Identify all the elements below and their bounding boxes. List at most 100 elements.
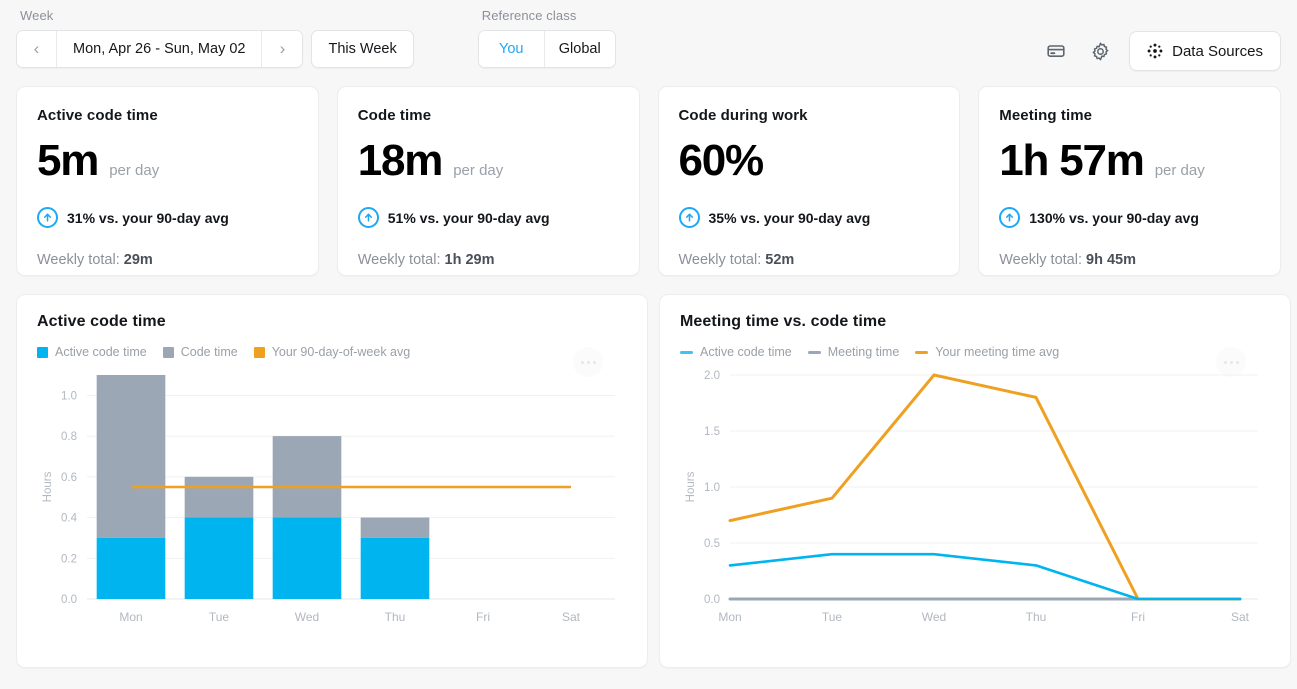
stat-total-value: 29m [124, 252, 153, 268]
next-week-button[interactable]: › [262, 31, 302, 67]
legend-label: Active code time [700, 345, 792, 359]
dot-icon [593, 361, 596, 364]
hub-icon [1147, 43, 1163, 59]
stat-title: Code time [358, 107, 619, 124]
legend-item[interactable]: Your meeting time avg [915, 345, 1059, 359]
this-week-button[interactable]: This Week [311, 30, 413, 68]
stat-total-label: Weekly total: [37, 252, 120, 268]
svg-text:Tue: Tue [209, 610, 230, 624]
legend-label: Code time [181, 345, 238, 359]
svg-text:0.8: 0.8 [61, 431, 77, 443]
svg-text:0.4: 0.4 [61, 513, 78, 525]
stat-total-value: 9h 45m [1086, 252, 1136, 268]
chart-legend: Active code time Code time Your 90-day-o… [37, 345, 627, 359]
week-control-group: Week ‹ Mon, Apr 26 - Sun, May 02 › This … [16, 8, 414, 68]
stat-value: 18m [358, 139, 442, 183]
bar-chart-svg: 0.0 0.2 0.4 0.6 0.8 1.0 Mon Tue Wed Thu Fri Sat Hour… [37, 367, 627, 635]
svg-text:Sat: Sat [562, 610, 581, 624]
stat-unit: per day [1155, 162, 1205, 179]
stat-total-label: Weekly total: [358, 252, 441, 268]
chart-title: Meeting time vs. code time [680, 313, 1270, 331]
data-sources-label: Data Sources [1172, 43, 1263, 60]
stat-value: 5m [37, 139, 98, 183]
stat-card-code-time: Code time 18m per day 51% vs. your 90-da… [337, 86, 640, 276]
line-chart-plot: 0.00.51.01.52.0MonTueWedThuFriSatHours [680, 367, 1270, 635]
bar-chart-plot: 0.0 0.2 0.4 0.6 0.8 1.0 Mon Tue Wed Thu Fri Sat Hour… [37, 367, 627, 635]
arrow-up-icon [37, 207, 58, 228]
week-navigator: ‹ Mon, Apr 26 - Sun, May 02 › [16, 30, 303, 68]
prev-week-button[interactable]: ‹ [17, 31, 57, 67]
svg-text:1.0: 1.0 [61, 390, 77, 402]
stat-title: Code during work [679, 107, 940, 124]
legend-item[interactable]: Active code time [680, 345, 792, 359]
svg-text:Fri: Fri [1131, 610, 1145, 624]
toolbar-actions: Data Sources [1041, 8, 1281, 71]
stat-delta-text: 31% vs. your 90-day avg [67, 210, 229, 226]
chart-cards-row: Active code time Active code time Code t… [0, 276, 1297, 668]
stat-value: 1h 57m [999, 139, 1143, 183]
svg-text:Hours: Hours [685, 471, 697, 502]
legend-item[interactable]: Code time [163, 345, 238, 359]
chart-title: Active code time [37, 313, 627, 331]
stat-card-meeting-time: Meeting time 1h 57m per day 130% vs. you… [978, 86, 1281, 276]
stat-total-value: 1h 29m [445, 252, 495, 268]
dot-icon [1230, 361, 1233, 364]
arrow-up-icon [679, 207, 700, 228]
legend-label: Your meeting time avg [935, 345, 1059, 359]
svg-text:Thu: Thu [385, 610, 406, 624]
legend-line-active-code-time [680, 351, 693, 354]
stat-total-label: Weekly total: [679, 252, 762, 268]
dot-icon [1236, 361, 1239, 364]
svg-text:Hours: Hours [42, 471, 54, 502]
chart-legend: Active code time Meeting time Your meeti… [680, 345, 1270, 359]
svg-text:Fri: Fri [476, 610, 490, 624]
credit-card-button[interactable] [1041, 36, 1071, 66]
svg-text:0.2: 0.2 [61, 553, 77, 565]
svg-text:2.0: 2.0 [704, 370, 720, 382]
legend-line-meeting-time [808, 351, 821, 354]
arrow-up-icon [999, 207, 1020, 228]
chart-card-active-code-time: Active code time Active code time Code t… [16, 294, 648, 668]
stat-value: 60% [679, 139, 763, 183]
stat-unit: per day [109, 162, 159, 179]
legend-item[interactable]: Your 90-day-of-week avg [254, 345, 411, 359]
reference-class-segmented-control: You Global [478, 30, 616, 68]
legend-label: Meeting time [828, 345, 900, 359]
svg-text:Wed: Wed [295, 610, 319, 624]
data-sources-button[interactable]: Data Sources [1129, 31, 1281, 71]
stat-unit: per day [453, 162, 503, 179]
svg-text:0.0: 0.0 [61, 594, 77, 606]
svg-text:Thu: Thu [1026, 610, 1047, 624]
legend-item[interactable]: Active code time [37, 345, 147, 359]
arrow-up-icon [358, 207, 379, 228]
legend-swatch-avg [254, 347, 265, 358]
svg-text:Mon: Mon [119, 610, 142, 624]
stat-title: Meeting time [999, 107, 1260, 124]
stat-card-code-during-work: Code during work 60% 35% vs. your 90-day… [658, 86, 961, 276]
legend-line-avg [915, 351, 928, 354]
stat-title: Active code time [37, 107, 298, 124]
svg-text:0.5: 0.5 [704, 538, 720, 550]
settings-button[interactable] [1085, 36, 1115, 66]
legend-label: Your 90-day-of-week avg [272, 345, 411, 359]
week-range-display[interactable]: Mon, Apr 26 - Sun, May 02 [57, 31, 262, 67]
credit-card-icon [1046, 41, 1066, 61]
chart-card-meeting-vs-code: Meeting time vs. code time Active code t… [659, 294, 1291, 668]
stat-delta-text: 35% vs. your 90-day avg [709, 210, 871, 226]
dot-icon [581, 361, 584, 364]
stat-delta-text: 130% vs. your 90-day avg [1029, 210, 1199, 226]
reference-class-group: Reference class You Global [478, 8, 616, 68]
legend-swatch-active-code-time [37, 347, 48, 358]
svg-text:0.6: 0.6 [61, 472, 77, 484]
dot-icon [1224, 361, 1227, 364]
legend-swatch-code-time [163, 347, 174, 358]
stat-delta-text: 51% vs. your 90-day avg [388, 210, 550, 226]
tab-global[interactable]: Global [545, 31, 615, 67]
tab-you[interactable]: You [479, 31, 545, 67]
dot-icon [587, 361, 590, 364]
gear-icon [1090, 41, 1111, 62]
svg-text:1.0: 1.0 [704, 482, 720, 494]
legend-item[interactable]: Meeting time [808, 345, 900, 359]
legend-label: Active code time [55, 345, 147, 359]
svg-text:Tue: Tue [822, 610, 843, 624]
